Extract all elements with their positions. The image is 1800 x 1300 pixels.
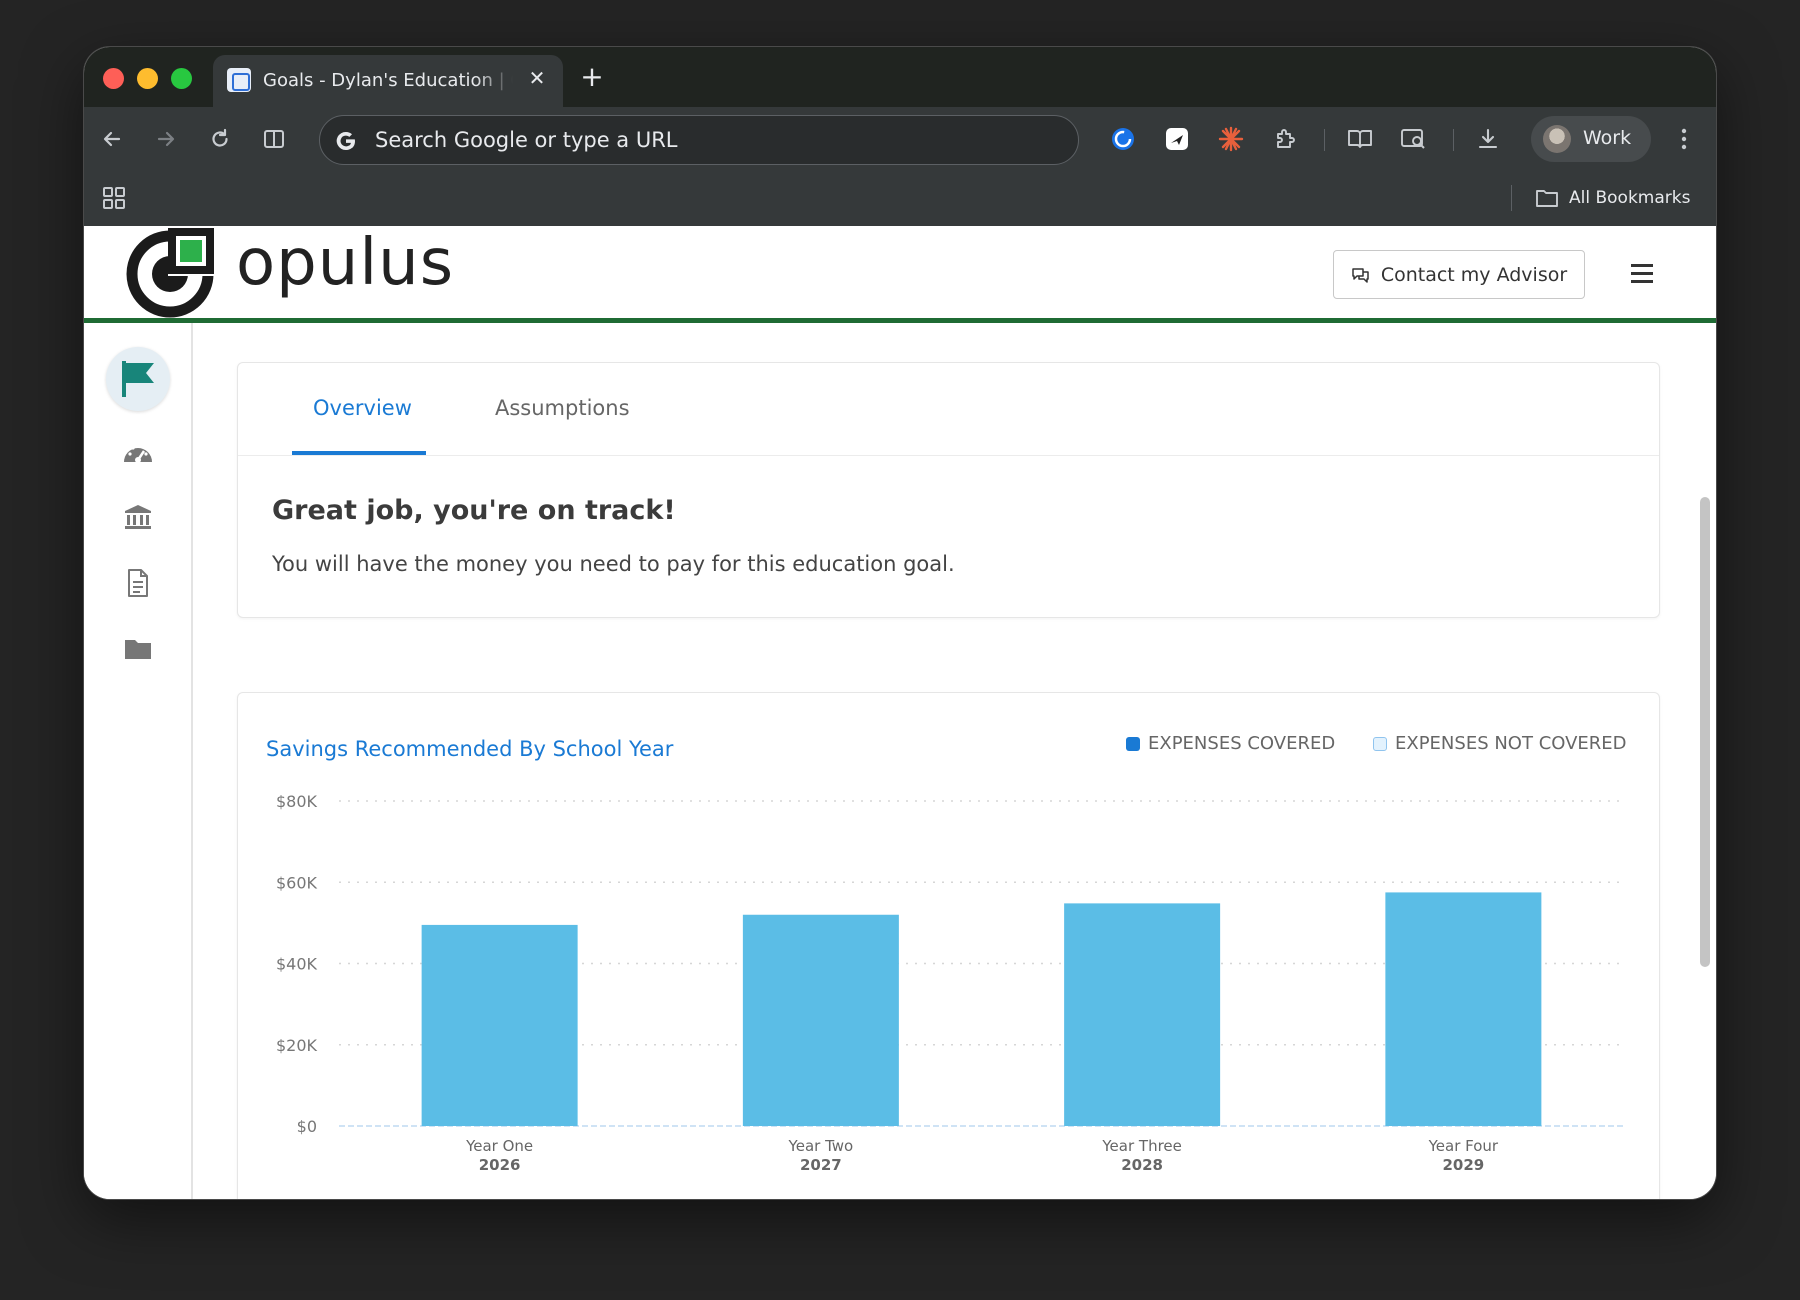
x-tick-label: Year Four (1428, 1137, 1499, 1155)
opulus-logo-icon[interactable] (124, 228, 216, 320)
contact-advisor-button[interactable]: Contact my Advisor (1333, 250, 1585, 299)
y-tick-label: $40K (276, 955, 318, 974)
tab-overview[interactable]: Overview (313, 396, 412, 420)
y-tick-label: $0 (297, 1117, 317, 1136)
profile-label: Work (1583, 127, 1632, 149)
x-tick-year: 2028 (1121, 1156, 1163, 1174)
status-description: You will have the money you need to pay … (272, 552, 955, 576)
goal-tabs: Overview Assumptions (238, 363, 1659, 456)
page-content: opulus Contact my Advisor Overview Assum… (84, 226, 1716, 1199)
bar-chart: $0$20K$40K$60K$80KYear One2026Year Two20… (276, 792, 1624, 1174)
avatar (1543, 125, 1571, 153)
toolbar-divider (1324, 129, 1325, 151)
sidebar-item-files[interactable] (106, 617, 170, 681)
toolbar-divider (1453, 129, 1454, 151)
sidebar-item-goals[interactable] (106, 347, 170, 411)
page-scrollbar[interactable] (1700, 497, 1710, 967)
tab-favicon-icon (227, 68, 251, 92)
goal-status-card: Overview Assumptions Great job, you're o… (237, 362, 1660, 618)
extension-c-icon[interactable] (1105, 121, 1141, 157)
bookmarks-bar: All Bookmarks (84, 171, 1716, 226)
all-bookmarks-label: All Bookmarks (1569, 188, 1691, 208)
browser-toolbar: Search Google or type a URL Work (84, 107, 1716, 171)
omnibox-placeholder: Search Google or type a URL (375, 128, 678, 152)
bookmarks-divider (1511, 185, 1512, 211)
active-tab-indicator (292, 451, 426, 455)
x-tick-year: 2029 (1443, 1156, 1485, 1174)
y-tick-label: $60K (276, 873, 318, 892)
close-window-button[interactable] (103, 68, 124, 89)
download-icon[interactable] (1470, 121, 1506, 157)
back-arrow-icon[interactable] (94, 121, 130, 157)
bar-1 (421, 924, 578, 1126)
tab-search-icon[interactable] (1396, 121, 1432, 157)
x-tick-label: Year Three (1101, 1137, 1182, 1155)
x-tick-label: Year One (465, 1137, 533, 1155)
legend-label-covered: EXPENSES COVERED (1148, 733, 1336, 754)
google-g-icon (336, 131, 356, 151)
site-header: opulus Contact my Advisor (84, 226, 1716, 323)
legend-item-covered[interactable]: EXPENSES COVERED (1126, 733, 1335, 754)
extension-spark-icon[interactable] (1213, 121, 1249, 157)
sidebar-item-accounts[interactable] (106, 485, 170, 549)
reload-icon[interactable] (202, 121, 238, 157)
extensions-puzzle-icon[interactable] (1267, 121, 1303, 157)
sidebar-item-documents[interactable] (106, 551, 170, 615)
reading-list-icon[interactable] (1342, 121, 1378, 157)
logo-text: opulus (236, 226, 455, 300)
all-bookmarks-button[interactable]: All Bookmarks (1535, 183, 1690, 213)
tab-title: Goals - Dylan's Education | Opulus (263, 70, 513, 91)
x-tick-year: 2027 (800, 1156, 842, 1174)
speedometer-icon (124, 444, 152, 463)
extension-send-icon[interactable] (1159, 121, 1195, 157)
tab-assumptions[interactable]: Assumptions (495, 396, 630, 420)
bar-3 (1064, 903, 1221, 1126)
legend-swatch-not-covered (1373, 736, 1387, 751)
chat-bubbles-icon (1352, 267, 1369, 283)
bar-2 (742, 914, 899, 1126)
sidebar-item-dashboard[interactable] (106, 420, 170, 484)
y-tick-label: $80K (276, 792, 318, 811)
apps-grid-icon[interactable] (101, 185, 127, 211)
document-icon (128, 569, 148, 597)
address-bar[interactable]: Search Google or type a URL (319, 115, 1079, 165)
bar-4 (1385, 892, 1542, 1126)
tab-strip: Goals - Dylan's Education | Opulus ✕ + (84, 47, 1716, 107)
zoom-window-button[interactable] (171, 68, 192, 89)
split-view-icon[interactable] (256, 121, 292, 157)
y-tick-label: $20K (276, 1036, 318, 1055)
flag-icon (122, 361, 154, 397)
legend-item-not-covered[interactable]: EXPENSES NOT COVERED (1373, 733, 1627, 754)
hamburger-menu-icon[interactable] (1631, 264, 1653, 284)
sidebar-nav (84, 323, 193, 1199)
x-tick-label: Year Two (788, 1137, 854, 1155)
savings-chart-card: Savings Recommended By School Year EXPEN… (237, 692, 1660, 1199)
chart-title: Savings Recommended By School Year (266, 737, 674, 761)
legend-swatch-covered (1126, 736, 1140, 751)
contact-advisor-label: Contact my Advisor (1380, 263, 1568, 286)
minimize-window-button[interactable] (137, 68, 158, 89)
browser-window: Goals - Dylan's Education | Opulus ✕ + S… (84, 47, 1716, 1199)
x-tick-year: 2026 (479, 1156, 521, 1174)
browser-tab-active[interactable]: Goals - Dylan's Education | Opulus ✕ (213, 55, 563, 107)
bank-icon (125, 505, 151, 529)
kebab-menu-icon[interactable] (1666, 121, 1702, 157)
legend-label-not-covered: EXPENSES NOT COVERED (1395, 733, 1627, 754)
folder-icon (1536, 190, 1558, 207)
tab-close-icon[interactable]: ✕ (524, 65, 550, 91)
status-title: Great job, you're on track! (272, 495, 676, 526)
folder-icon (125, 640, 151, 659)
profile-button[interactable]: Work (1531, 116, 1651, 162)
new-tab-icon[interactable]: + (577, 63, 607, 93)
forward-arrow-icon[interactable] (148, 121, 184, 157)
